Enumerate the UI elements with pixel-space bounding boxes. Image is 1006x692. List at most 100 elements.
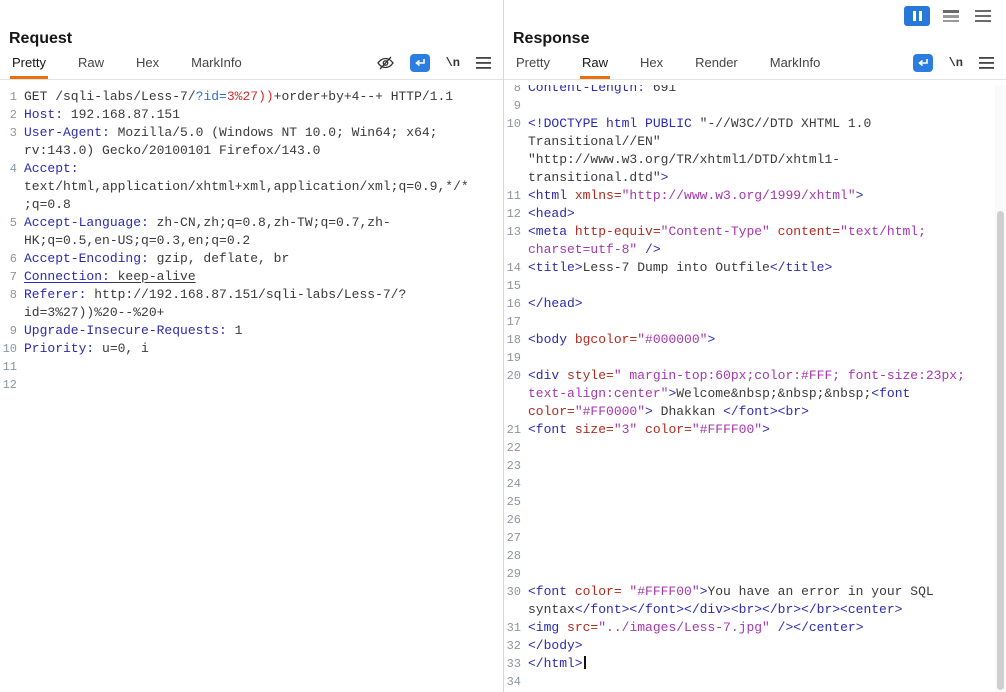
wrap-icon[interactable] xyxy=(409,54,430,72)
code-line: 10 Priority: u=0, i xyxy=(0,340,503,358)
newline-icon[interactable]: \n xyxy=(446,56,460,70)
code-line: 25 xyxy=(504,493,1006,511)
line-number: 9 xyxy=(9,324,17,338)
code-text[interactable] xyxy=(528,493,973,511)
code-line: 13 <meta http-equiv="Content-Type" conten… xyxy=(504,223,1006,259)
code-text[interactable] xyxy=(528,565,973,583)
line-number: 11 xyxy=(2,360,17,374)
request-tabbar: Pretty Raw Hex MarkInfo \n xyxy=(0,50,503,80)
response-tabs: Pretty Raw Hex Render MarkInfo xyxy=(514,49,822,79)
code-text[interactable]: <font size="3" color="#FFFF00"> xyxy=(528,421,973,439)
code-text[interactable]: </body> xyxy=(528,637,973,655)
code-text[interactable]: <img src="../images/Less-7.jpg" /></cent… xyxy=(528,619,973,637)
code-text[interactable]: </html> xyxy=(528,655,973,673)
line-number: 31 xyxy=(506,621,521,635)
code-line: 9 xyxy=(504,97,1006,115)
code-text[interactable] xyxy=(528,277,973,295)
line-number: 15 xyxy=(506,279,521,293)
code-line: 21 <font size="3" color="#FFFF00"> xyxy=(504,421,1006,439)
newline-icon[interactable]: \n xyxy=(949,56,963,70)
code-text[interactable]: <title>Less-7 Dump into Outfile</title> xyxy=(528,259,973,277)
code-text[interactable]: Accept-Language: zh-CN,zh;q=0.8,zh-TW;q=… xyxy=(24,214,469,250)
code-text[interactable]: Referer: http://192.168.87.151/sqli-labs… xyxy=(24,286,469,322)
code-line: 17 xyxy=(504,313,1006,331)
code-text[interactable]: Priority: u=0, i xyxy=(24,340,469,358)
code-line: 22 xyxy=(504,439,1006,457)
code-text[interactable] xyxy=(528,673,973,691)
code-text[interactable]: Accept: text/html,application/xhtml+xml,… xyxy=(24,160,469,214)
tab-markinfo[interactable]: MarkInfo xyxy=(768,49,823,79)
code-text[interactable] xyxy=(24,358,469,376)
code-line: 3 User-Agent: Mozilla/5.0 (Windows NT 10.… xyxy=(0,124,503,160)
code-text[interactable]: <meta http-equiv="Content-Type" content=… xyxy=(528,223,973,259)
tab-hex[interactable]: Hex xyxy=(134,49,161,79)
code-text[interactable] xyxy=(528,313,973,331)
response-editor[interactable]: 8 Content-Length: 691 9 10 <!DOCTYPE html P… xyxy=(504,85,1006,692)
line-number: 21 xyxy=(506,423,521,437)
tab-render[interactable]: Render xyxy=(693,49,740,79)
line-number: 19 xyxy=(506,351,521,365)
tab-hex[interactable]: Hex xyxy=(638,49,665,79)
code-text[interactable] xyxy=(528,511,973,529)
code-text[interactable]: <body bgcolor="#000000"> xyxy=(528,331,973,349)
tab-pretty[interactable]: Pretty xyxy=(514,49,552,79)
code-text[interactable]: Connection: keep-alive xyxy=(24,268,469,286)
code-text[interactable]: Accept-Encoding: gzip, deflate, br xyxy=(24,250,469,268)
request-editor[interactable]: 1 GET /sqli-labs/Less-7/?id=3%27))+order+… xyxy=(0,85,503,692)
line-number: 22 xyxy=(506,441,521,455)
code-text[interactable] xyxy=(528,97,973,115)
menu-icon[interactable] xyxy=(979,57,994,69)
code-text[interactable] xyxy=(528,349,973,367)
code-line: 32 </body> xyxy=(504,637,1006,655)
scrollbar-thumb[interactable] xyxy=(997,211,1004,690)
pause-icon xyxy=(912,11,916,21)
code-text[interactable] xyxy=(528,547,973,565)
code-text[interactable]: <div style=" margin-top:60px;color:#FFF;… xyxy=(528,367,973,421)
line-number: 9 xyxy=(513,99,521,113)
code-text[interactable] xyxy=(528,475,973,493)
menu-icon[interactable] xyxy=(476,57,491,69)
line-number: 34 xyxy=(506,675,521,689)
line-number: 10 xyxy=(2,342,17,356)
request-title: Request xyxy=(9,30,73,47)
pause-button[interactable] xyxy=(904,6,930,26)
code-text[interactable]: GET /sqli-labs/Less-7/?id=3%27))+order+b… xyxy=(24,88,469,106)
response-scrollbar[interactable] xyxy=(995,85,1006,692)
response-toolbar-icons: \n xyxy=(912,54,994,79)
line-number: 26 xyxy=(506,513,521,527)
code-text[interactable]: </head> xyxy=(528,295,973,313)
eye-off-icon[interactable] xyxy=(376,56,394,70)
code-text[interactable]: Upgrade-Insecure-Requests: 1 xyxy=(24,322,469,340)
line-number: 8 xyxy=(9,288,17,302)
code-text[interactable]: Host: 192.168.87.151 xyxy=(24,106,469,124)
code-text[interactable] xyxy=(528,457,973,475)
code-text[interactable] xyxy=(24,376,469,394)
code-text[interactable]: Content-Length: 691 xyxy=(528,85,973,97)
tab-pretty[interactable]: Pretty xyxy=(10,49,48,79)
tab-raw[interactable]: Raw xyxy=(579,49,610,79)
code-line: 12 <head> xyxy=(504,205,1006,223)
line-number: 20 xyxy=(506,369,521,383)
tab-raw[interactable]: Raw xyxy=(76,49,106,79)
wrap-icon[interactable] xyxy=(912,54,933,72)
code-line: 20 <div style=" margin-top:60px;color:#FF… xyxy=(504,367,1006,421)
code-line: 5 Accept-Language: zh-CN,zh;q=0.8,zh-TW;q… xyxy=(0,214,503,250)
line-number: 5 xyxy=(9,216,17,230)
code-text[interactable]: <font color= "#FFFF00">You have an error… xyxy=(528,583,973,619)
code-text[interactable]: <html xmlns="http://www.w3.org/1999/xhtm… xyxy=(528,187,973,205)
code-text[interactable]: User-Agent: Mozilla/5.0 (Windows NT 10.0… xyxy=(24,124,469,160)
tab-markinfo[interactable]: MarkInfo xyxy=(189,49,244,79)
code-text[interactable]: <!DOCTYPE html PUBLIC "-//W3C//DTD XHTML… xyxy=(528,115,973,187)
layout-rows-icon[interactable] xyxy=(940,6,962,26)
code-line: 31 <img src="../images/Less-7.jpg" /></ce… xyxy=(504,619,1006,637)
code-line: 34 xyxy=(504,673,1006,691)
code-line: 6 Accept-Encoding: gzip, deflate, br xyxy=(0,250,503,268)
code-text[interactable] xyxy=(528,439,973,457)
code-text[interactable]: <head> xyxy=(528,205,973,223)
line-number: 13 xyxy=(506,225,521,239)
line-number: 1 xyxy=(9,90,17,104)
menu-icon[interactable] xyxy=(972,6,994,26)
code-line: 26 xyxy=(504,511,1006,529)
line-number: 4 xyxy=(9,162,17,176)
code-text[interactable] xyxy=(528,529,973,547)
